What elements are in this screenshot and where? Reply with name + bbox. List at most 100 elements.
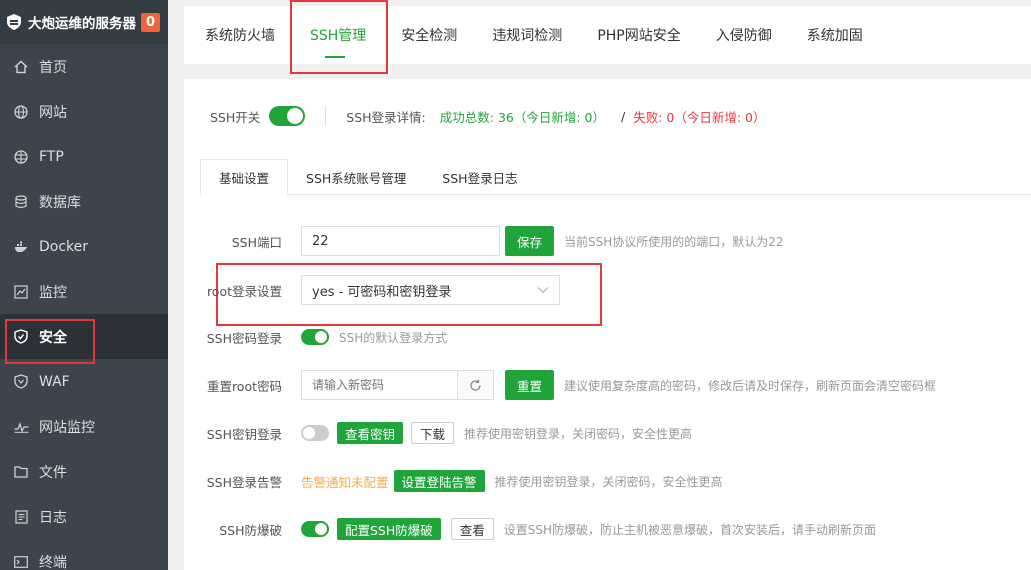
config-brute-force-button[interactable]: 配置SSH防爆破	[337, 518, 441, 540]
sidebar-item-monitor[interactable]: 监控	[0, 269, 168, 314]
chart-icon	[13, 284, 29, 300]
waf-shield-icon	[13, 374, 29, 390]
refresh-icon	[470, 379, 481, 391]
sidebar-item-label: FTP	[39, 148, 64, 165]
login-alert-hint: 推荐使用密钥登录，关闭密码，安全性更高	[494, 474, 723, 489]
key-login-row: SSH密钥登录 查看密钥 下载 推荐使用密钥登录，关闭密码，安全性更高	[184, 418, 692, 448]
sidebar-item-site-monitor[interactable]: 网站监控	[0, 404, 168, 449]
shield-icon	[13, 329, 29, 345]
root-login-row: root登录设置 yes - 可密码和密钥登录	[184, 275, 560, 305]
sidebar-item-docker[interactable]: Docker	[0, 224, 168, 269]
root-login-select[interactable]: yes - 可密码和密钥登录	[301, 275, 560, 305]
sub-tab-bar: 基础设置 SSH系统账号管理 SSH登录日志	[200, 159, 1031, 196]
generate-password-button[interactable]	[458, 370, 494, 400]
ssh-success-count: 成功总数: 36（今日新增: 0）	[439, 109, 605, 125]
sidebar-item-home[interactable]: 首页	[0, 44, 168, 89]
reset-root-hint: 建议使用复杂度高的密码，修改后请及时保存，刷新页面会清空密码框	[564, 378, 937, 393]
pulse-icon	[13, 419, 29, 435]
database-icon	[13, 194, 29, 210]
sidebar-item-label: 安全	[39, 329, 67, 346]
sidebar-item-label: Docker	[39, 238, 89, 255]
port-row: SSH端口 22 保存 当前SSH协议所使用的的端口，默认为22	[184, 226, 784, 256]
sidebar-item-ftp[interactable]: FTP	[0, 134, 168, 179]
docker-icon	[13, 239, 29, 255]
root-login-value: yes - 可密码和密钥登录	[312, 284, 452, 300]
top-tab-bar: 系统防火墙 SSH管理 安全检测 违规词检测 PHP网站安全 入侵防御 系统加固	[184, 0, 1031, 74]
sidebar-item-label: 首页	[39, 59, 67, 76]
save-port-button[interactable]: 保存	[505, 226, 555, 256]
key-login-toggle[interactable]	[301, 425, 329, 441]
sidebar-item-logs[interactable]: 日志	[0, 494, 168, 539]
tab-ssh-logs[interactable]: SSH登录日志	[424, 159, 535, 195]
tab-php-security[interactable]: PHP网站安全	[582, 6, 695, 64]
ssh-failed-count: 失败: 0（今日新增: 0）	[633, 109, 766, 125]
home-icon	[13, 59, 29, 75]
sidebar-item-label: WAF	[39, 373, 70, 390]
brute-force-label: SSH防爆破	[219, 522, 282, 538]
tab-ssh-accounts[interactable]: SSH系统账号管理	[288, 159, 424, 195]
tab-firewall[interactable]: 系统防火墙	[190, 6, 290, 64]
sidebar-item-label: 文件	[39, 464, 67, 481]
tab-word-check[interactable]: 违规词检测	[477, 6, 577, 64]
port-label: SSH端口	[231, 234, 282, 250]
terminal-icon	[13, 554, 29, 570]
reset-password-button[interactable]: 重置	[505, 370, 555, 400]
key-login-hint: 推荐使用密钥登录，关闭密码，安全性更高	[464, 426, 693, 441]
sidebar-item-files[interactable]: 文件	[0, 449, 168, 494]
port-hint: 当前SSH协议所使用的的端口，默认为22	[564, 234, 784, 249]
sidebar-item-label: 网站	[39, 104, 67, 121]
ssh-detail-label: SSH登录详情:	[346, 109, 426, 125]
sidebar-item-label: 网站监控	[39, 419, 95, 436]
ssh-status-bar: SSH开关 SSH登录详情: 成功总数: 36（今日新增: 0） / 失败: 0…	[210, 105, 766, 127]
globe-icon	[13, 104, 29, 120]
ssh-switch-label: SSH开关	[210, 109, 261, 125]
ssh-panel: SSH开关 SSH登录详情: 成功总数: 36（今日新增: 0） / 失败: 0…	[184, 79, 1031, 570]
key-login-label: SSH密钥登录	[206, 426, 282, 442]
sidebar-item-database[interactable]: 数据库	[0, 179, 168, 224]
tab-security-check[interactable]: 安全检测	[386, 6, 472, 64]
sidebar-nav: 首页 网站 FTP 数据库 Docker 监控 安全 WAF 网站监控 文件 日…	[0, 44, 168, 570]
ftp-globe-icon	[13, 149, 29, 165]
download-key-button[interactable]: 下载	[411, 422, 455, 444]
ssh-separator: /	[621, 108, 626, 124]
sidebar-item-website[interactable]: 网站	[0, 89, 168, 134]
alert-status: 告警通知未配置	[301, 474, 389, 490]
notification-badge[interactable]: 0	[141, 12, 160, 32]
tab-ssh[interactable]: SSH管理	[289, 0, 389, 74]
password-login-hint: SSH的默认登录方式	[339, 330, 448, 345]
reset-root-label: 重置root密码	[206, 378, 282, 394]
login-alert-row: SSH登录告警 告警通知未配置 设置登陆告警 推荐使用密钥登录，关闭密码，安全性…	[184, 466, 723, 496]
server-logo-icon	[6, 13, 22, 31]
sidebar-item-label: 日志	[39, 509, 67, 526]
log-icon	[13, 509, 29, 525]
sidebar-item-security[interactable]: 安全	[0, 314, 168, 364]
brute-force-toggle[interactable]	[301, 521, 329, 537]
reset-root-row: 重置root密码 重置 建议使用复杂度高的密码，修改后请及时保存，刷新页面会清空…	[184, 370, 936, 400]
tab-basic-settings[interactable]: 基础设置	[200, 159, 289, 196]
sidebar-item-waf[interactable]: WAF	[0, 359, 168, 404]
port-input[interactable]: 22	[301, 226, 500, 256]
password-login-row: SSH密码登录 SSH的默认登录方式	[184, 322, 447, 352]
brand[interactable]: 大炮运维的服务器 0	[0, 0, 168, 44]
tab-intrusion[interactable]: 入侵防御	[701, 6, 787, 64]
password-login-label: SSH密码登录	[206, 330, 282, 346]
view-key-button[interactable]: 查看密钥	[337, 422, 404, 444]
password-login-toggle[interactable]	[301, 329, 329, 345]
root-login-label: root登录设置	[206, 283, 282, 299]
sidebar-item-label: 终端	[39, 554, 67, 570]
new-password-input[interactable]	[301, 370, 458, 400]
ssh-switch[interactable]	[269, 106, 306, 126]
set-alert-button[interactable]: 设置登陆告警	[393, 470, 485, 492]
tab-hardening[interactable]: 系统加固	[792, 6, 878, 64]
sidebar-item-label: 数据库	[39, 194, 81, 211]
view-brute-force-button[interactable]: 查看	[450, 518, 494, 540]
folder-icon	[13, 464, 29, 480]
divider	[325, 106, 327, 126]
brute-force-row: SSH防爆破 配置SSH防爆破 查看 设置SSH防爆破，防止主机被恶意爆破，首次…	[184, 514, 876, 544]
login-alert-label: SSH登录告警	[206, 474, 282, 490]
server-name: 大炮运维的服务器	[28, 16, 136, 32]
brute-force-hint: 设置SSH防爆破，防止主机被恶意爆破，首次安装后，请手动刷新页面	[503, 522, 877, 537]
sidebar-item-terminal[interactable]: 终端	[0, 539, 168, 570]
sidebar: 大炮运维的服务器 0 首页 网站 FTP 数据库 Docker 监控 安全 WA…	[0, 0, 168, 570]
sidebar-item-label: 监控	[39, 284, 67, 301]
